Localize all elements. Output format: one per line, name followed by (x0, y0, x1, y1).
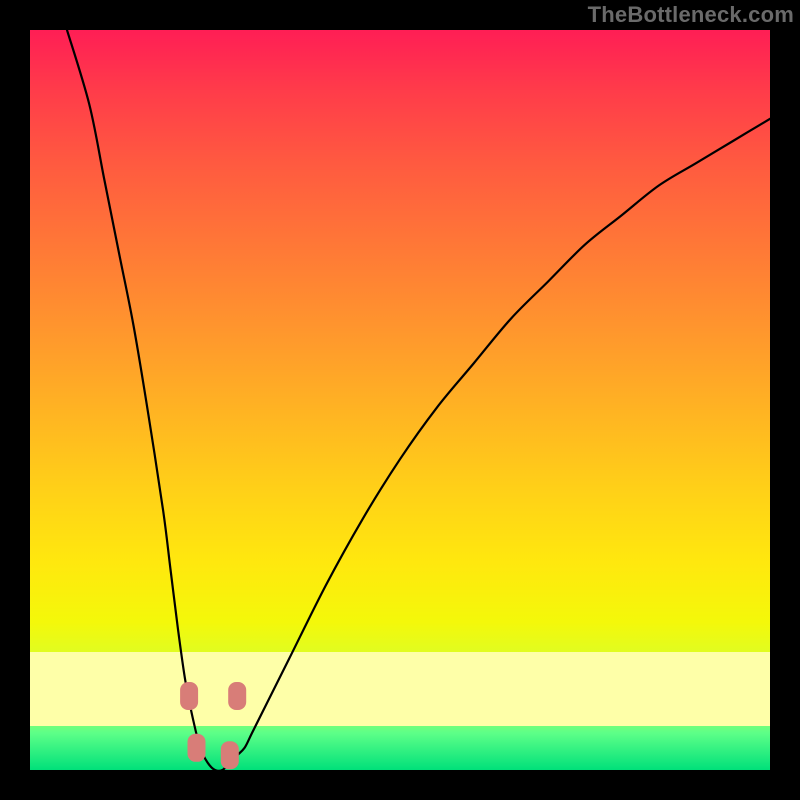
marker-left-upper (180, 682, 198, 710)
bottleneck-curve (67, 30, 770, 770)
plot-area (30, 30, 770, 770)
marker-left-lower (188, 734, 206, 762)
watermark-text: TheBottleneck.com (588, 2, 794, 28)
marker-right-upper (228, 682, 246, 710)
annotation-markers (180, 682, 246, 769)
outer-frame: TheBottleneck.com (0, 0, 800, 800)
curve-layer (30, 30, 770, 770)
marker-right-lower (221, 741, 239, 769)
